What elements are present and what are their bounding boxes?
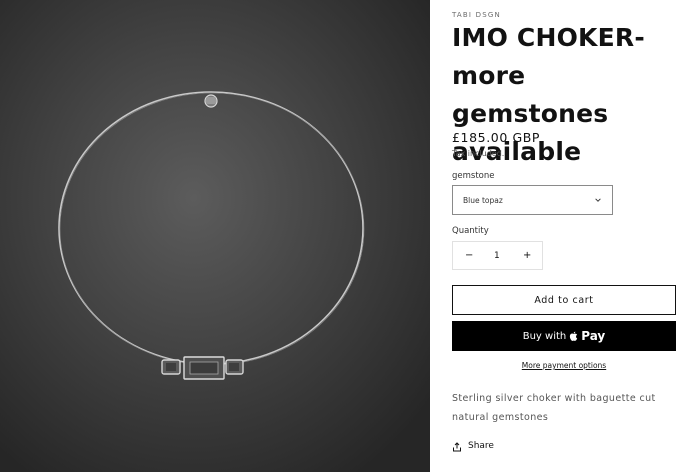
vendor-name: TABI DSGN (452, 11, 501, 19)
quantity-input[interactable]: 1 (494, 251, 500, 261)
product-title-line: more gemstones (452, 61, 609, 128)
chevron-down-icon (595, 198, 601, 202)
buy-with-apple-pay-button[interactable]: Buy with Pay (452, 321, 676, 351)
description-line: Sterling silver choker with baguette cut (452, 393, 656, 404)
product-image[interactable] (0, 0, 430, 472)
variant-label: gemstone (452, 171, 495, 181)
product-description: Sterling silver choker with baguette cut… (452, 389, 678, 427)
quantity-stepper: − 1 + (452, 241, 543, 270)
add-to-cart-button[interactable]: Add to cart (452, 285, 676, 315)
apple-icon (570, 331, 578, 341)
tax-note: Tax included. (452, 149, 505, 158)
apple-pay-brand: Pay (581, 329, 606, 343)
share-label: Share (468, 441, 494, 451)
quantity-label: Quantity (452, 226, 489, 236)
share-icon (453, 442, 461, 452)
necklace-photo (0, 0, 430, 472)
gemstone-select-value: Blue topaz (463, 196, 503, 205)
description-line: natural gemstones (452, 412, 549, 423)
gemstone-select[interactable]: Blue topaz (452, 185, 613, 215)
quantity-increase-button[interactable]: + (523, 250, 531, 261)
quantity-decrease-button[interactable]: − (465, 250, 473, 261)
more-payment-options-link[interactable]: More payment options (452, 361, 676, 370)
product-title-line: IMO CHOKER- (452, 23, 645, 52)
buy-with-label: Buy with (522, 330, 567, 342)
product-price: £185.00 GBP (452, 130, 541, 145)
